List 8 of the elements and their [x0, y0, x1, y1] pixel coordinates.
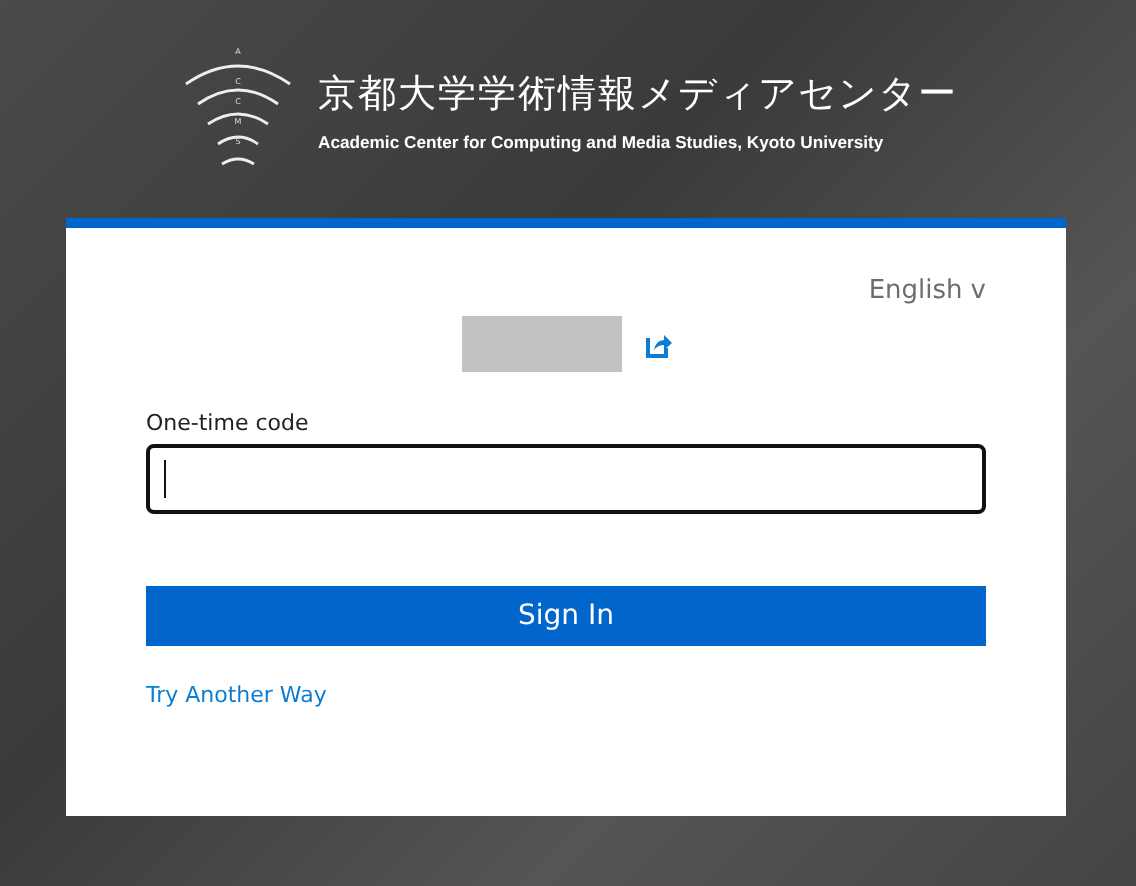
sign-in-button[interactable]: Sign In — [146, 586, 986, 646]
language-selector[interactable]: English v — [868, 276, 986, 306]
share-icon[interactable] — [645, 331, 671, 357]
center-subtitle: Academic Center for Computing and Media Studies, Kyoto University — [318, 131, 886, 151]
field-label: One-time code — [146, 410, 311, 436]
try-another-way-link[interactable]: Try Another Way — [146, 682, 327, 708]
center-name: 京都大学学術情報メディアセンター — [318, 69, 958, 119]
code-field[interactable] — [146, 444, 986, 514]
